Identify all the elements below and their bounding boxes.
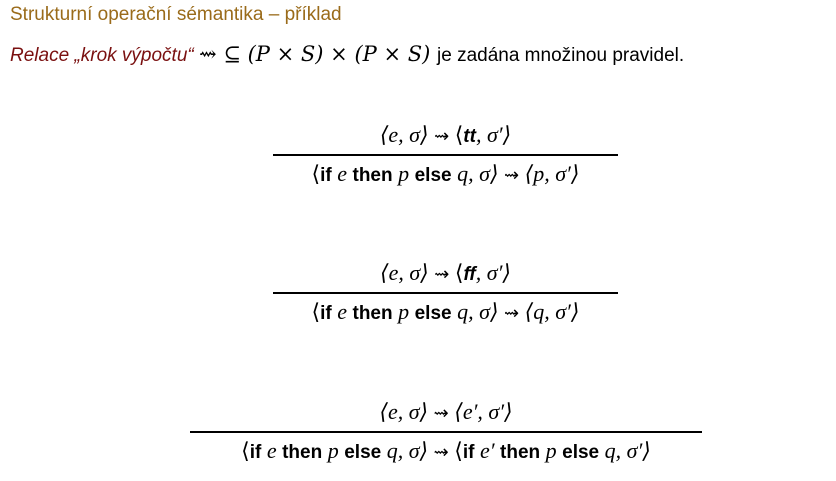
domain-right: (P × S) <box>354 42 431 66</box>
leadsto-arrow: ⇝ <box>433 403 449 424</box>
rule-line <box>273 154 618 156</box>
leadsto-arrow: ⇝ <box>504 164 520 186</box>
rule-line <box>273 292 618 294</box>
subset-symbol: ⊆ <box>223 42 241 66</box>
slide-title: Strukturní operační sémantika – příklad <box>10 4 342 25</box>
leadsto-arrow: ⇝ <box>434 126 450 147</box>
intro-formula: ⇝ ⊆ (P × S) × (P × S) <box>199 42 437 66</box>
inference-rule-if-true: ⟨e, σ⟩ ⇝ ⟨tt, σ′⟩ ⟨if e then p else q, σ… <box>273 120 618 191</box>
domain-left: (P × S) <box>247 42 324 66</box>
times-symbol: × <box>330 42 348 66</box>
rule-premise: ⟨e, σ⟩ ⇝ ⟨ff, σ′⟩ <box>379 260 512 285</box>
intro-line: Relace „krok výpočtu“ ⇝ ⊆ (P × S) × (P ×… <box>10 42 684 67</box>
rule-conclusion: ⟨if e then p else q, σ⟩ ⇝ ⟨q, σ′⟩ <box>311 298 580 324</box>
rule-conclusion: ⟨if e then p else q, σ⟩ ⇝ ⟨p, σ′⟩ <box>311 160 580 186</box>
leadsto-arrow: ⇝ <box>504 302 520 324</box>
leadsto-arrow: ⇝ <box>434 264 450 285</box>
relation-label: Relace „krok výpočtu“ <box>10 45 194 66</box>
leadsto-arrow: ⇝ <box>199 42 217 66</box>
inference-rule-if-step: ⟨e, σ⟩ ⇝ ⟨e′, σ′⟩ ⟨if e then p else q, σ… <box>190 397 702 468</box>
intro-suffix: je zadána množinou pravidel. <box>437 45 685 66</box>
rule-conclusion: ⟨if e then p else q, σ⟩ ⇝ ⟨if e′ then p … <box>241 437 651 463</box>
rule-line <box>190 431 702 433</box>
rule-premise: ⟨e, σ⟩ ⇝ ⟨e′, σ′⟩ <box>379 399 513 424</box>
rule-premise: ⟨e, σ⟩ ⇝ ⟨tt, σ′⟩ <box>379 122 512 147</box>
leadsto-arrow: ⇝ <box>433 441 449 463</box>
inference-rule-if-false: ⟨e, σ⟩ ⇝ ⟨ff, σ′⟩ ⟨if e then p else q, σ… <box>273 258 618 329</box>
